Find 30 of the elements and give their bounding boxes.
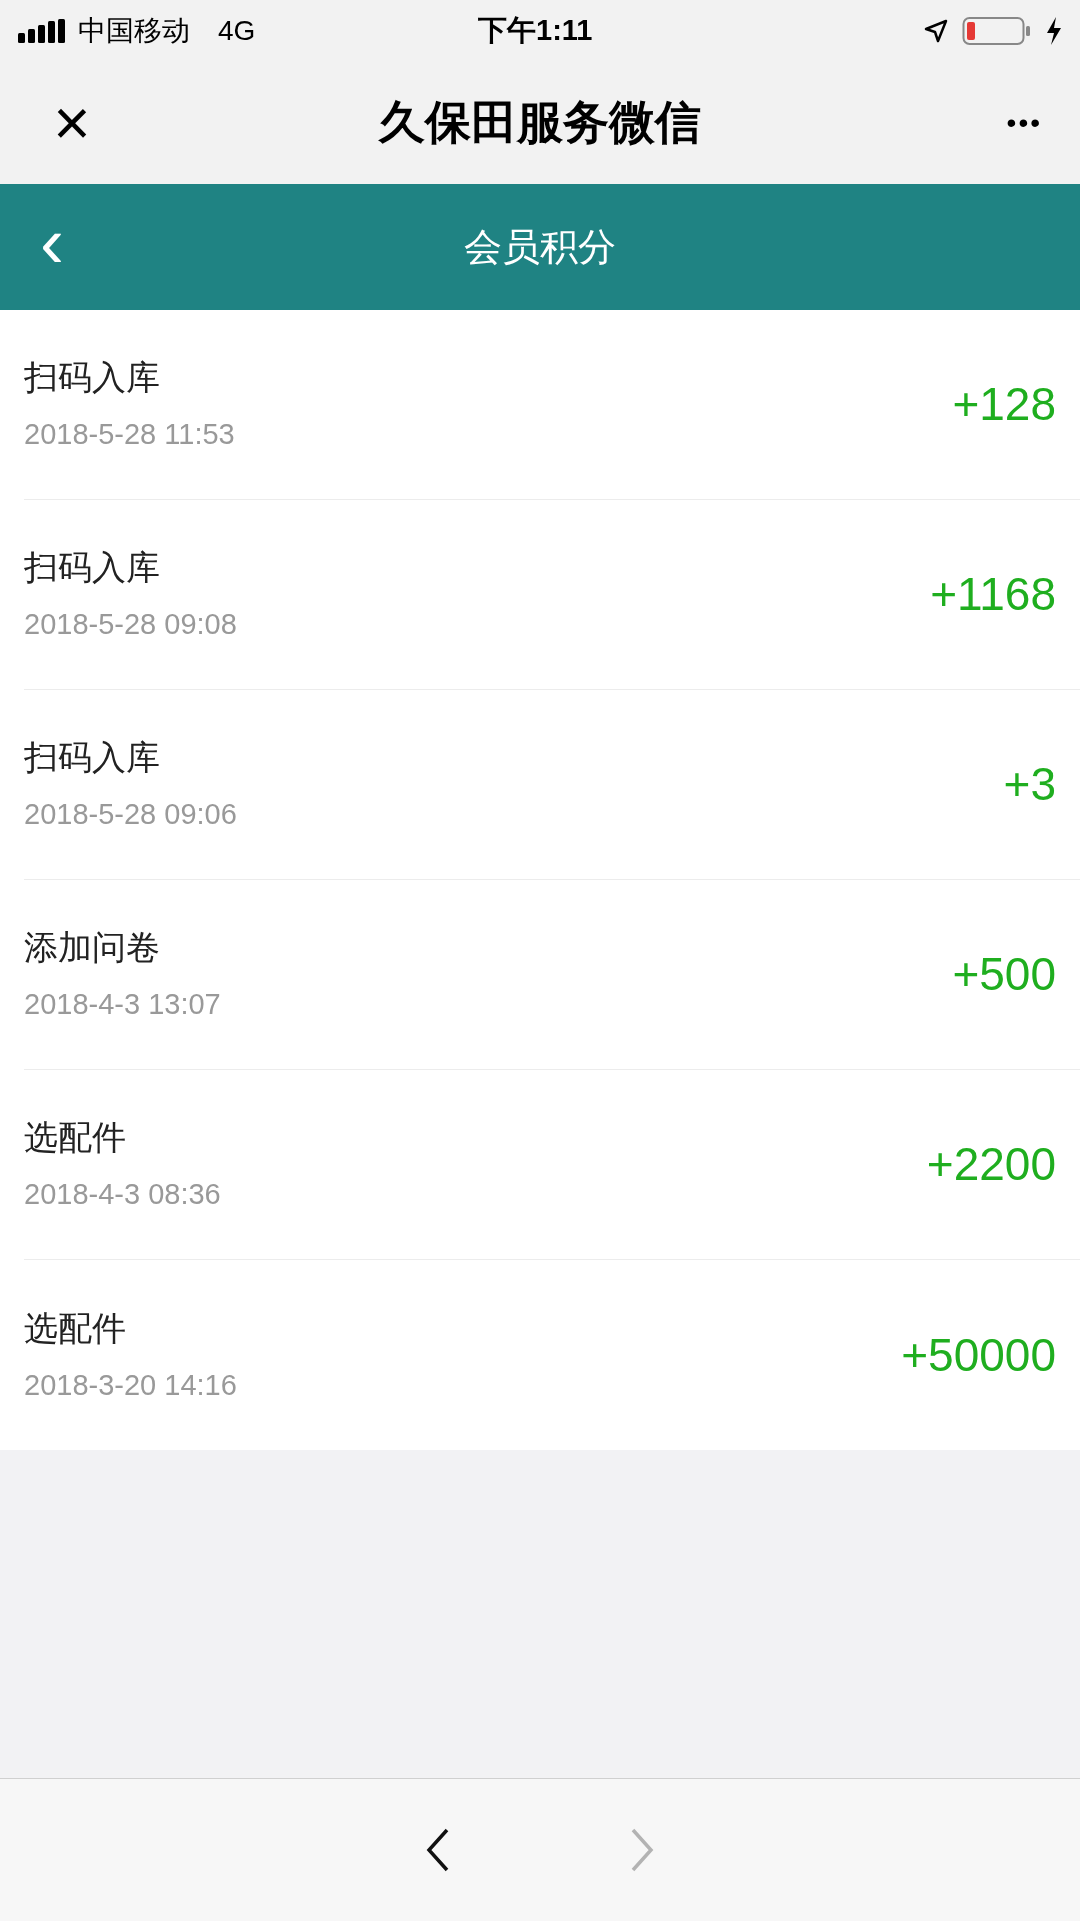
points-amount: +3 xyxy=(1003,757,1056,812)
points-amount: +500 xyxy=(952,947,1056,1002)
record-title: 选配件 xyxy=(24,1307,127,1349)
record-time: 2018-4-3 08:36 xyxy=(24,1177,221,1213)
network-type: 4G xyxy=(218,13,256,48)
record-title: 扫码入库 xyxy=(24,737,161,779)
record-time: 2018-5-28 11:53 xyxy=(24,417,235,453)
carrier-name: 中国移动 xyxy=(78,13,190,48)
header-title: 会员积分 xyxy=(464,224,616,270)
record-title: 扫码入库 xyxy=(24,357,161,399)
page-title: 久保田服务微信 xyxy=(379,95,701,150)
record-time: 2018-4-3 13:07 xyxy=(24,987,221,1023)
battery-icon xyxy=(962,15,1032,46)
points-amount: +2200 xyxy=(926,1137,1056,1192)
signal-icon xyxy=(18,18,68,43)
points-amount: +50000 xyxy=(901,1327,1056,1383)
close-button[interactable]: × xyxy=(44,90,100,155)
record-title: 扫码入库 xyxy=(24,547,161,589)
charging-icon xyxy=(1046,16,1062,45)
record-time: 2018-5-28 09:06 xyxy=(24,797,237,833)
status-time: 下午1:11 xyxy=(478,12,593,48)
points-amount: +128 xyxy=(952,377,1056,432)
record-title: 选配件 xyxy=(24,1117,127,1159)
record-title: 添加问卷 xyxy=(24,927,161,969)
location-icon xyxy=(924,18,948,43)
record-time: 2018-5-28 09:08 xyxy=(24,607,237,643)
more-button[interactable]: ••• xyxy=(1006,108,1042,137)
points-amount: +1168 xyxy=(930,567,1056,622)
back-button[interactable]: ‹ xyxy=(40,206,64,288)
record-time: 2018-3-20 14:16 xyxy=(24,1367,237,1403)
